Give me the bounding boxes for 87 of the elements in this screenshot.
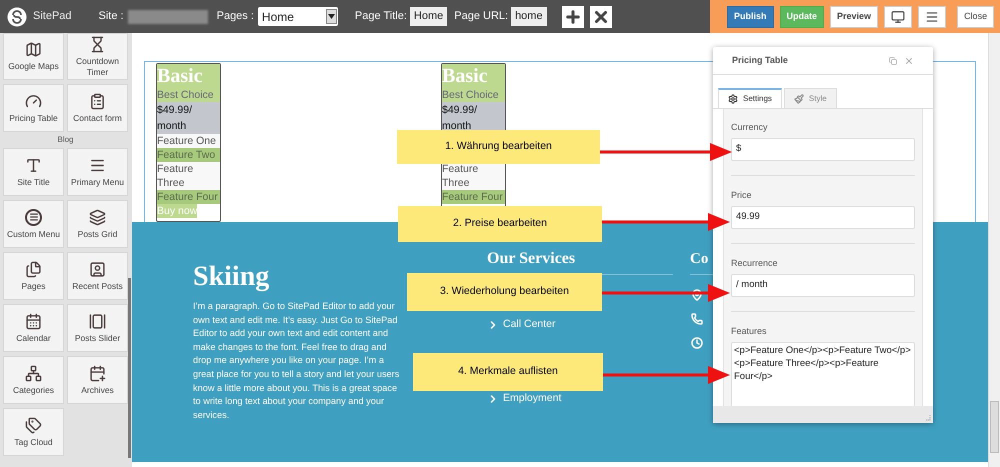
calendar-plus-icon bbox=[89, 364, 106, 382]
layers-icon bbox=[89, 208, 106, 226]
site-label: Site : bbox=[98, 9, 124, 24]
letter-t-icon bbox=[25, 156, 42, 174]
feature-item: Feature Three bbox=[157, 163, 194, 189]
panel-tab[interactable]: Settings bbox=[718, 88, 782, 108]
feature-item: Feature Four bbox=[442, 191, 503, 203]
plan-price: $49.99/ month bbox=[157, 102, 220, 134]
feature-item: Feature Three bbox=[442, 163, 478, 189]
widget-tile[interactable]: Posts Grid bbox=[67, 200, 128, 248]
clipboard-icon bbox=[89, 92, 106, 110]
widget-tile[interactable]: Recent Posts bbox=[67, 252, 128, 300]
callout-box: 4. Merkmale auflisten bbox=[413, 353, 603, 391]
plan-title: Basic bbox=[442, 64, 489, 88]
field-label: Currency bbox=[731, 121, 769, 133]
hierarchy-icon bbox=[25, 364, 42, 382]
widget-tile[interactable]: Categories bbox=[3, 356, 64, 404]
widget-tile[interactable]: Archives bbox=[67, 356, 128, 404]
close-icon[interactable] bbox=[904, 56, 914, 66]
panel-title: Pricing Table bbox=[732, 54, 789, 67]
restore-icon[interactable] bbox=[889, 56, 897, 64]
gauge-icon bbox=[25, 92, 42, 110]
callout-box: 3. Wiederholung bearbeiten bbox=[407, 273, 602, 311]
pages-icon bbox=[25, 260, 42, 278]
map-icon bbox=[25, 41, 42, 58]
close-button[interactable]: Close bbox=[957, 6, 994, 28]
plan-subtitle: Best Choice bbox=[442, 88, 500, 102]
services-heading: Our Services bbox=[487, 249, 576, 269]
hourglass-icon bbox=[89, 36, 106, 52]
scrollbar-thumb[interactable] bbox=[990, 401, 999, 453]
logo-icon bbox=[7, 6, 27, 26]
feature-item: Feature Two bbox=[157, 149, 216, 161]
brush-icon bbox=[794, 94, 804, 104]
desktop-view-button[interactable] bbox=[884, 6, 912, 28]
toolbar-button[interactable]: Publish bbox=[727, 6, 774, 28]
widget-tile[interactable]: Site Title bbox=[3, 148, 64, 196]
widget-tile[interactable]: Pages bbox=[3, 252, 64, 300]
widget-tile[interactable]: Tag Cloud bbox=[3, 408, 64, 456]
plan-subtitle: Best Choice bbox=[157, 88, 215, 102]
callout-box: 1. Währung bearbeiten bbox=[397, 130, 600, 164]
page-title-label: Page Title: bbox=[354, 9, 407, 24]
section-paragraph: I’m a paragraph. Go to SitePad Editor to add your own text and edit me. It’s easy. Just Go to SitePad Editor to add your own text and edit content and make changes to the font. Feel free to drag and drop me anywhere you like on your page. I’m a great place for you to tell a story and let your users know a little more about you. This is a great space to write long text about your company and your services. bbox=[193, 300, 400, 422]
field-label: Features bbox=[731, 325, 768, 337]
location-icon bbox=[691, 289, 703, 301]
plan-title: Basic bbox=[157, 64, 204, 88]
section-heading: Skiing bbox=[193, 260, 270, 294]
add-page-button[interactable] bbox=[562, 6, 584, 28]
callout-box: 2. Preise bearbeiten bbox=[398, 206, 602, 242]
widget-tile[interactable]: Contact form bbox=[67, 84, 128, 132]
text-input[interactable]: $ bbox=[731, 138, 915, 161]
widget-tile[interactable]: Custom Menu bbox=[3, 200, 64, 248]
resize-grip-icon[interactable] bbox=[924, 414, 931, 421]
contact-card-icon bbox=[89, 260, 106, 278]
page-url-label: Page URL: bbox=[454, 9, 508, 24]
dropdown-caret-icon bbox=[326, 9, 337, 24]
field-label: Price bbox=[731, 189, 753, 201]
toolbar-button[interactable]: Preview bbox=[830, 6, 878, 28]
menu-button[interactable] bbox=[918, 6, 946, 28]
pages-label: Pages : bbox=[216, 9, 254, 24]
monitor-icon bbox=[891, 10, 906, 24]
menu-icon bbox=[925, 10, 940, 24]
pages-select[interactable]: Home bbox=[258, 7, 338, 26]
delete-page-button[interactable] bbox=[590, 6, 612, 28]
field-label: Recurrence bbox=[731, 257, 779, 269]
feature-item: Feature Four bbox=[157, 191, 218, 203]
tags-icon bbox=[25, 416, 42, 434]
clock-icon bbox=[691, 337, 703, 349]
plus-icon bbox=[564, 8, 582, 26]
widget-tile[interactable]: Calendar bbox=[3, 304, 64, 352]
widget-tile[interactable]: Posts Slider bbox=[67, 304, 128, 352]
widget-tile[interactable]: Primary Menu bbox=[67, 148, 128, 196]
page-url-field[interactable]: home bbox=[511, 7, 547, 26]
text-area[interactable]: <p>Feature One</p><p>Feature Two</p><p>Feature Three</p><p>Feature Four</p> bbox=[731, 342, 915, 406]
phone-icon bbox=[691, 313, 703, 325]
slider-icon bbox=[89, 312, 106, 330]
widget-tile[interactable]: Countdown Timer bbox=[67, 33, 128, 80]
text-input[interactable]: / month bbox=[731, 274, 915, 297]
gear-icon bbox=[728, 94, 738, 104]
widget-tile[interactable]: Pricing Table bbox=[3, 84, 64, 132]
calendar-icon bbox=[25, 312, 42, 330]
feature-item: Feature One bbox=[157, 135, 216, 147]
section-heading: Blog bbox=[56, 134, 74, 146]
widget-tile[interactable]: Google Maps bbox=[3, 33, 64, 80]
scrollbar[interactable] bbox=[128, 278, 131, 458]
page-title-field[interactable]: Home bbox=[410, 7, 448, 26]
brand-name: SitePad bbox=[33, 9, 72, 24]
text-input[interactable]: 49.99 bbox=[731, 206, 915, 229]
